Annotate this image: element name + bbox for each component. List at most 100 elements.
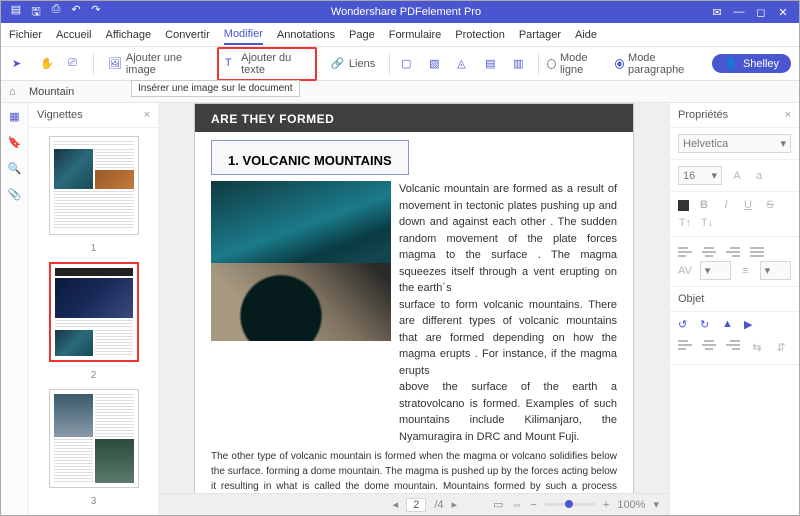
prev-page-icon[interactable]: ◂ xyxy=(393,498,399,511)
flip-horizontal-icon[interactable]: ▶ xyxy=(744,318,758,332)
strike-icon[interactable]: S xyxy=(763,198,777,212)
rotate-right-icon[interactable]: ↻ xyxy=(700,318,714,332)
save-icon[interactable]: 🖫 xyxy=(29,3,43,22)
distribute-v-icon[interactable]: ⇵ xyxy=(774,340,788,354)
zoom-value: 100% xyxy=(617,499,645,511)
paragraph-text-wide[interactable]: The other type of volcanic mountain is f… xyxy=(195,445,633,493)
pointer-tool[interactable]: ➤ xyxy=(9,54,29,74)
obj-align-right-icon[interactable] xyxy=(726,340,740,350)
bookmarks-rail-icon[interactable]: 🔖 xyxy=(8,135,22,149)
italic-icon[interactable]: I xyxy=(719,198,733,212)
line-spacing-select[interactable]: ▾ xyxy=(760,261,791,280)
menu-page[interactable]: Page xyxy=(349,29,375,41)
decrease-size-icon[interactable]: a xyxy=(752,169,766,183)
align-center-icon[interactable] xyxy=(702,247,716,257)
search-rail-icon[interactable]: 🔍 xyxy=(8,161,22,175)
page-viewport[interactable]: ARE THEY FORMED 1. VOLCANIC MOUNTAINS Vo… xyxy=(159,103,669,493)
font-size-select[interactable]: 16▾ xyxy=(678,166,722,185)
inline-image[interactable] xyxy=(211,181,391,341)
zoom-slider[interactable] xyxy=(545,503,595,506)
zoom-dropdown-icon[interactable]: ▾ xyxy=(653,498,659,511)
select-tool[interactable]: ⎚ xyxy=(65,54,85,74)
close-button[interactable]: ✕ xyxy=(775,6,791,19)
paragraph-text[interactable]: Volcanic mountain are formed as a result… xyxy=(399,181,617,445)
rotate-left-icon[interactable]: ↺ xyxy=(678,318,692,332)
watermark-icon[interactable]: ◬ xyxy=(454,54,474,74)
flip-vertical-icon[interactable]: ▲ xyxy=(722,318,736,332)
print-icon[interactable]: ⎙ xyxy=(49,3,63,22)
underline-icon[interactable]: U xyxy=(741,198,755,212)
bates-icon[interactable]: ▥ xyxy=(510,54,530,74)
thumbnail-page-2[interactable] xyxy=(49,262,139,362)
bold-icon[interactable]: B xyxy=(697,198,711,212)
font-family-select[interactable]: Helvetica▾ xyxy=(678,134,791,153)
thumbnail-page-1[interactable] xyxy=(49,136,139,235)
undo-icon[interactable]: ↶ xyxy=(69,3,83,22)
menu-view[interactable]: Affichage xyxy=(105,29,151,41)
page-number-field[interactable]: 2 xyxy=(406,498,426,512)
increase-size-icon[interactable]: A xyxy=(730,169,744,183)
redact-icon[interactable]: ▧ xyxy=(426,54,446,74)
next-page-icon[interactable]: ▸ xyxy=(452,498,458,511)
fit-width-icon[interactable]: ⇔ xyxy=(511,499,522,511)
properties-close-icon[interactable]: × xyxy=(785,109,791,121)
menu-annotations[interactable]: Annotations xyxy=(277,29,335,41)
links-label: Liens xyxy=(349,58,375,70)
thumbnails-rail-icon[interactable]: ▦ xyxy=(8,109,22,123)
add-image-button[interactable]: 🖼Ajouter une image xyxy=(102,49,209,79)
menu-form[interactable]: Formulaire xyxy=(389,29,442,41)
text-color-swatch[interactable] xyxy=(678,200,689,211)
align-justify-icon[interactable] xyxy=(750,247,764,257)
maximize-button[interactable]: ◻ xyxy=(753,6,769,19)
links-button[interactable]: 🔗Liens xyxy=(325,54,381,74)
object-section-title: Objet xyxy=(670,287,799,312)
superscript-icon[interactable]: T↑ xyxy=(678,216,692,230)
zoom-in-icon[interactable]: + xyxy=(603,499,609,511)
mode-line-radio[interactable]: Mode ligne xyxy=(547,52,607,76)
align-left-icon[interactable] xyxy=(678,247,692,257)
menu-protection[interactable]: Protection xyxy=(455,29,505,41)
menu-file[interactable]: Fichier xyxy=(9,29,42,41)
menu-help[interactable]: Aide xyxy=(575,29,597,41)
zoom-out-icon[interactable]: − xyxy=(530,499,536,511)
crop-icon[interactable]: ▢ xyxy=(398,54,418,74)
document-page: ARE THEY FORMED 1. VOLCANIC MOUNTAINS Vo… xyxy=(194,103,634,493)
obj-align-left-icon[interactable] xyxy=(678,340,692,350)
char-spacing-icon[interactable]: AV xyxy=(678,264,692,278)
line-spacing-icon[interactable]: ≡ xyxy=(739,264,751,278)
add-text-label: Ajouter du texte xyxy=(241,52,309,76)
document-tab[interactable]: Mountain xyxy=(29,86,74,98)
tooltip: Insérer une image sur le document xyxy=(131,80,300,97)
fit-page-icon[interactable]: ▭ xyxy=(493,498,503,511)
menu-edit[interactable]: Modifier xyxy=(224,28,263,45)
heading-1[interactable]: 1. VOLCANIC MOUNTAINS xyxy=(211,140,409,175)
thumb-num-2: 2 xyxy=(91,370,97,381)
obj-align-center-icon[interactable] xyxy=(702,340,716,350)
thumbnails-close-icon[interactable]: × xyxy=(144,109,150,121)
add-text-button[interactable]: TAjouter du texte xyxy=(217,47,317,81)
edit-toolbar: ➤ ✋ ⎚ 🖼Ajouter une image TAjouter du tex… xyxy=(1,47,799,81)
left-rail: ▦ 🔖 🔍 📎 xyxy=(1,103,29,515)
align-right-icon[interactable] xyxy=(726,247,740,257)
menu-home[interactable]: Accueil xyxy=(56,29,91,41)
distribute-h-icon[interactable]: ⇆ xyxy=(750,340,764,354)
user-chip[interactable]: 👤Shelley xyxy=(712,54,791,73)
redo-icon[interactable]: ↷ xyxy=(89,3,103,22)
separator xyxy=(538,54,539,74)
minimize-button[interactable]: — xyxy=(731,6,747,19)
mode-paragraph-radio[interactable]: Mode paragraphe xyxy=(615,52,704,76)
mail-icon[interactable]: ✉ xyxy=(709,6,725,19)
subscript-icon[interactable]: T↓ xyxy=(700,216,714,230)
header-footer-icon[interactable]: ▤ xyxy=(482,54,502,74)
attachments-rail-icon[interactable]: 📎 xyxy=(8,187,22,201)
thumbnail-list[interactable]: 1 2 3 xyxy=(29,128,158,515)
home-tab-icon[interactable]: ⌂ xyxy=(9,86,21,98)
menu-convert[interactable]: Convertir xyxy=(165,29,210,41)
hand-tool[interactable]: ✋ xyxy=(37,54,57,74)
document-canvas: ARE THEY FORMED 1. VOLCANIC MOUNTAINS Vo… xyxy=(159,103,669,515)
add-image-label: Ajouter une image xyxy=(126,52,203,76)
menu-share[interactable]: Partager xyxy=(519,29,561,41)
status-bar: ◂ 2 /4 ▸ ▭ ⇔ − + 100% ▾ xyxy=(159,493,669,515)
thumbnail-page-3[interactable] xyxy=(49,389,139,488)
char-spacing-select[interactable]: ▾ xyxy=(700,261,731,280)
